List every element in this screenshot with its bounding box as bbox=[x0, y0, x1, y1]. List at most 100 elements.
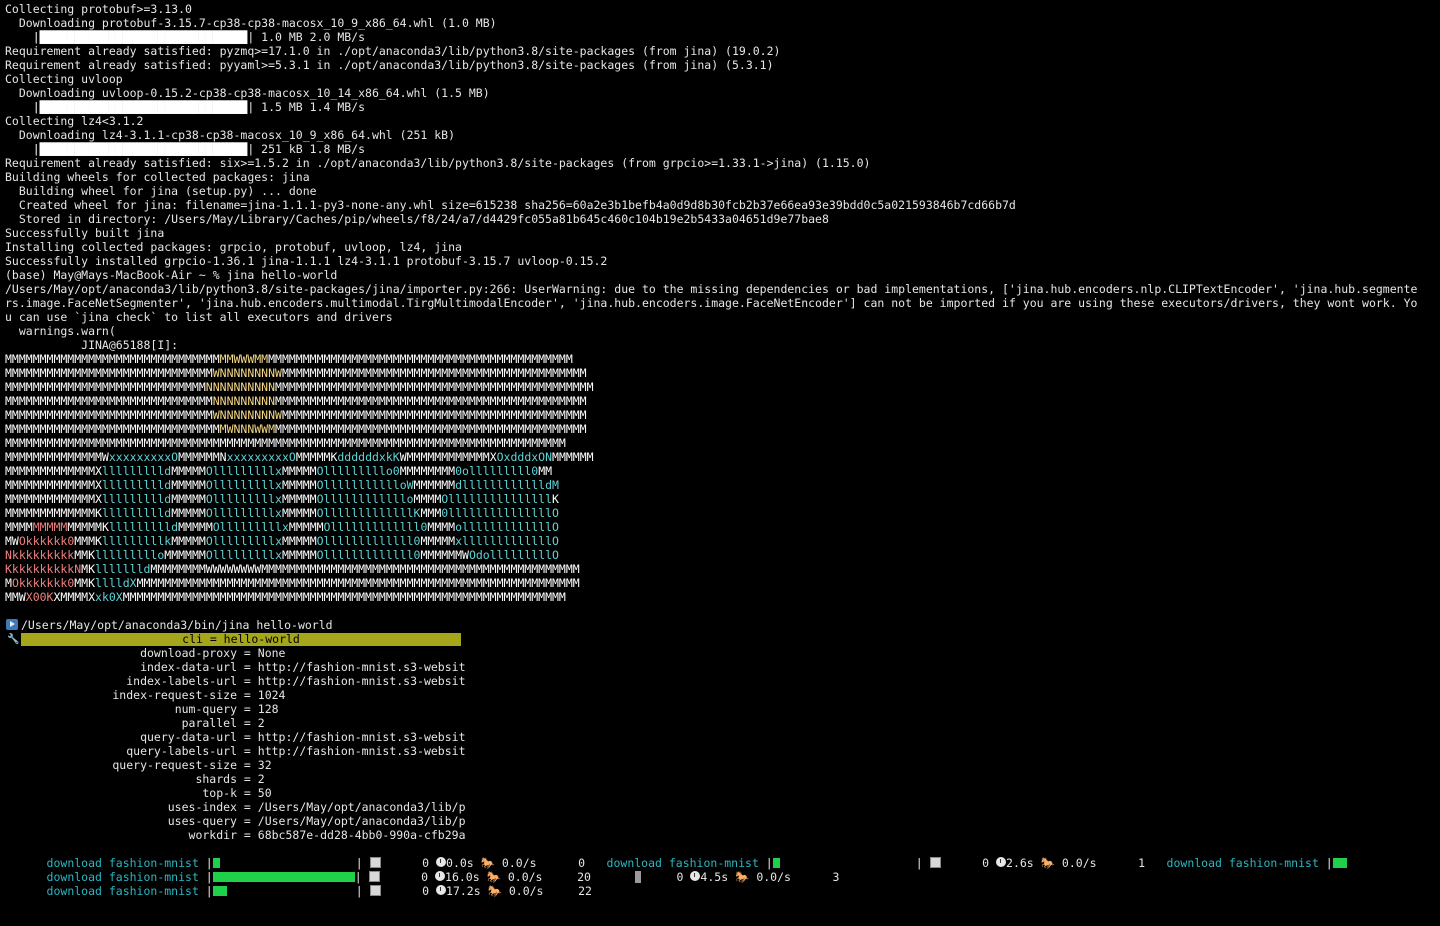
logo-segment: MMMM bbox=[427, 520, 456, 534]
logo-segment: 0lllllllllllllllO bbox=[441, 506, 559, 520]
arg-equals: = bbox=[237, 800, 258, 814]
logo-segment: MMWWWMM bbox=[219, 352, 269, 366]
logo-segment: MMMMM bbox=[171, 492, 206, 506]
arg-value: 50 bbox=[257, 786, 272, 800]
arg-equals: = bbox=[237, 646, 258, 660]
logo-segment: MW bbox=[5, 534, 19, 548]
logo-row: MMMMMMMMMMMMMXllllllllldMMMMMOlllllllllx… bbox=[5, 492, 1437, 506]
log-line: Stored in directory: /Users/May/Library/… bbox=[5, 212, 829, 226]
arg-key: workdir bbox=[188, 828, 237, 842]
arg-key: index-data-url bbox=[140, 660, 237, 674]
download-progress-bar: |██████████████████████████████ bbox=[5, 30, 248, 44]
logo-segment: Olllllllllx bbox=[205, 492, 282, 506]
log-line: /Users/May/opt/anaconda3/lib/python3.8/s… bbox=[5, 282, 1418, 296]
logo-segment: MMMMMMMMMMMMMMMMMMMMMMMMMMMMMMM bbox=[5, 422, 220, 436]
arg-value: http://fashion-mnist.s3-websit bbox=[257, 730, 466, 744]
arg-equals: = bbox=[237, 814, 258, 828]
log-line: rs.image.FaceNetSegmenter', 'jina.hub.en… bbox=[5, 296, 1418, 310]
arg-value: 128 bbox=[257, 702, 279, 716]
run-header: /Users/May/opt/anaconda3/bin/jina hello-… bbox=[5, 618, 1437, 632]
arg-equals: = bbox=[237, 730, 258, 744]
logo-segment: MMMMMMMMMMMMMMMMMMMMMMMMMMMMMMMMMMMMMMMM… bbox=[122, 590, 566, 604]
arg-value: http://fashion-mnist.s3-websit bbox=[257, 660, 466, 674]
logo-segment: MMMMMMMMMMMMMMMMMMMMMMMMMMMMMMMMMMMMMMMM… bbox=[5, 436, 566, 450]
arg-value: None bbox=[257, 646, 286, 660]
logo-segment: MMMMM bbox=[281, 492, 317, 506]
logo-row: MMMMMMMMMMMMMXllllllllldMMMMMOlllllllllx… bbox=[5, 464, 1437, 478]
log-line: Building wheel for jina (setup.py) ... d… bbox=[5, 184, 317, 198]
logo-segment: Olllllllllx bbox=[212, 520, 289, 534]
logo-segment: MMMM bbox=[5, 520, 33, 534]
logo-segment: Olllllllllllllll bbox=[441, 492, 553, 506]
block-icon bbox=[369, 884, 381, 896]
logo-segment: MMMMMM bbox=[164, 548, 206, 562]
logo-segment: MMMMMMMMMMMMMX bbox=[5, 464, 102, 478]
logo-segment: Ollllllllllllo bbox=[316, 492, 414, 506]
arg-equals: = bbox=[237, 772, 258, 786]
logo-segment: MMMMMMMMMMMMMMMMMMMMMMMMMMMMMMMMMMMMMMMM… bbox=[281, 366, 587, 380]
arg-equals: = bbox=[237, 674, 258, 688]
logo-segment: MMMMMMMMMMMMMMMMMMMMMMMMMMMMMMMMMMMMMMMM… bbox=[136, 576, 580, 590]
logo-segment: M bbox=[5, 576, 12, 590]
progress-row-2: download fashion-mnist | | 0 16.0s 🐎 0.0/… bbox=[5, 856, 1437, 884]
logo-segment: llllllllld bbox=[101, 492, 172, 506]
logo-segment: lllldX bbox=[95, 576, 137, 590]
logo-segment: OlllllllllllllK bbox=[316, 506, 421, 520]
logo-segment: MMMMMMMM bbox=[399, 464, 456, 478]
logo-segment: MMMMM bbox=[171, 478, 206, 492]
logo-segment: MK bbox=[81, 562, 96, 576]
arg-value: 1024 bbox=[257, 688, 286, 702]
arg-value: 2 bbox=[257, 772, 265, 786]
logo-segment: Olllllllllllll0 bbox=[323, 520, 428, 534]
arg-value: /Users/May/opt/anaconda3/lib/p bbox=[257, 814, 466, 828]
cli-highlight: cli = hello-world bbox=[21, 632, 461, 646]
arg-key: num-query bbox=[174, 702, 237, 716]
logo-segment: MMMMMMMMMMMMMX bbox=[5, 478, 102, 492]
arg-value: http://fashion-mnist.s3-websit bbox=[257, 674, 466, 688]
arg-row: num-query = 128 bbox=[5, 702, 1437, 716]
logo-segment: Okkkkkkk0 bbox=[11, 576, 75, 590]
logo-segment: MMMMMK bbox=[67, 520, 109, 534]
logo-segment: MMMM bbox=[413, 492, 442, 506]
log-line: Downloading uvloop-0.15.2-cp38-cp38-maco… bbox=[5, 86, 490, 100]
logo-row: NkkkkkkkkkMMKllllllllloMMMMMMOlllllllllx… bbox=[5, 548, 1437, 562]
arg-row: shards = 2 bbox=[5, 772, 1437, 786]
logo-segment: MMMMMMMMMMMMMMW bbox=[5, 450, 109, 464]
logo-segment: MMMMMM bbox=[552, 450, 594, 464]
log-line: Downloading protobuf-3.15.7-cp38-cp38-ma… bbox=[5, 16, 497, 30]
logo-row: MMMMMMMMMMMMMMMMMMMMMMMMMMMMMMMMMMMMMMMM… bbox=[5, 436, 1437, 450]
logo-row: MMMMMMMMMMMMMMMMMMMMMMMMMMMMMMWNNNNNNNNW… bbox=[5, 408, 1437, 422]
logo-segment: MMMK bbox=[74, 534, 102, 548]
logo-segment: Olllllllllo0 bbox=[316, 464, 400, 478]
logo-segment: MMMMM bbox=[281, 478, 317, 492]
logo-segment: llllllllld bbox=[108, 520, 179, 534]
download-stats: | 1.5 MB 1.4 MB/s bbox=[247, 100, 366, 114]
logo-segment: MMMMMMMMMMMMMMMMMMMMMMMMMMMMMMMMMMMMMMMM… bbox=[268, 352, 573, 366]
logo-segment: llllllllld bbox=[101, 506, 172, 520]
log-line: |██████████████████████████████| 1.5 MB … bbox=[5, 100, 1437, 114]
logo-segment: MMMMMMN bbox=[178, 450, 227, 464]
log-line: Installing collected packages: grpcio, p… bbox=[5, 240, 462, 254]
terminal-cursor[interactable] bbox=[635, 870, 641, 884]
arg-row: uses-query = /Users/May/opt/anaconda3/li… bbox=[5, 814, 1437, 828]
logo-segment: dlllllllllllldM bbox=[455, 478, 559, 492]
logo-segment: NNNNNNNNNN bbox=[205, 380, 276, 394]
logo-segment: MMMMM bbox=[281, 464, 317, 478]
logo-segment: MMMMM bbox=[171, 534, 206, 548]
logo-segment: xxxxxxxxxO bbox=[226, 450, 296, 464]
log-line: Building wheels for collected packages: … bbox=[5, 170, 310, 184]
arg-row: download-proxy = None bbox=[5, 646, 1437, 660]
wrench-icon: 🔧 bbox=[7, 634, 20, 645]
download-stats: | 1.0 MB 2.0 MB/s bbox=[247, 30, 366, 44]
progress-item: download fashion-mnist | | 0 17.2s 🐎 0.0/… bbox=[46, 884, 592, 898]
logo-segment: MMMMMK bbox=[295, 450, 338, 464]
logo-segment: MMMMMMMMMMMMMMMMMMMMMMMMMMMMM bbox=[5, 380, 206, 394]
logo-segment: MMMMM bbox=[288, 520, 324, 534]
arg-row: index-data-url = http://fashion-mnist.s3… bbox=[5, 660, 1437, 674]
arg-key: parallel bbox=[181, 716, 237, 730]
logo-segment: WMMMMMMMMMMMMX bbox=[399, 450, 497, 464]
progress-bar-fill bbox=[212, 885, 227, 896]
arg-row: workdir = 68bc587e-dd28-4bb0-990a-cfb29a bbox=[5, 828, 1437, 842]
logo-segment: xlllllllllllllO bbox=[455, 534, 559, 548]
